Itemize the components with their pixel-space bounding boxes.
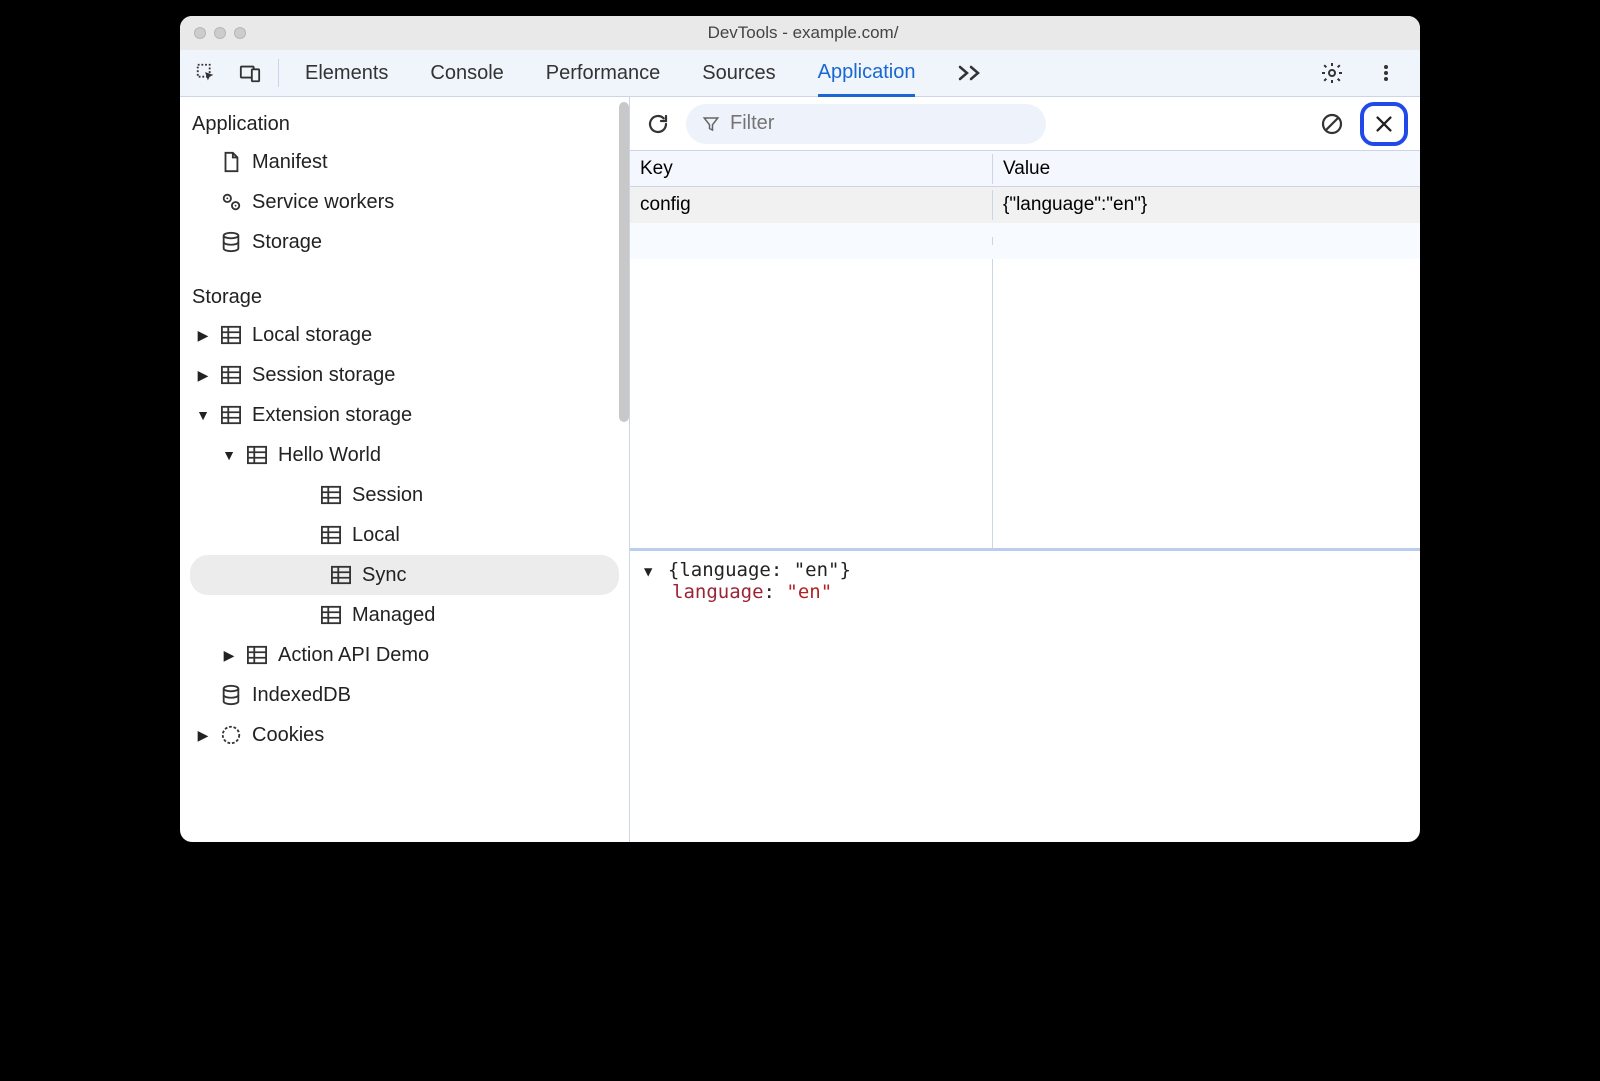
- sidebar-item-label: Hello World: [278, 444, 381, 467]
- preview-line-1[interactable]: ▼ {language: "en"}: [644, 559, 1406, 581]
- sidebar-item-local-storage[interactable]: ▶ Local storage: [180, 315, 629, 355]
- sidebar-item-label: Managed: [352, 604, 435, 627]
- tab-performance[interactable]: Performance: [546, 50, 661, 97]
- tabs: Elements Console Performance Sources App…: [285, 50, 1310, 97]
- sidebar-item-action-api-demo[interactable]: ▶ Action API Demo: [180, 635, 629, 675]
- sidebar-item-label: Local storage: [252, 324, 372, 347]
- sidebar-item-indexeddb[interactable]: IndexedDB: [180, 675, 629, 715]
- cookie-icon: [220, 724, 242, 746]
- sidebar-item-label: Extension storage: [252, 404, 412, 427]
- filter-icon: [702, 115, 720, 133]
- table-icon: [320, 484, 342, 506]
- delete-selected-highlight: [1360, 102, 1408, 146]
- cell-value[interactable]: [993, 237, 1420, 245]
- chevron-down-icon[interactable]: ▼: [644, 564, 652, 580]
- sidebar: Application Manifest Service workers Sto…: [180, 97, 630, 842]
- chevron-right-icon[interactable]: ▶: [196, 727, 210, 744]
- gears-icon: [220, 191, 242, 213]
- sidebar-item-label: Local: [352, 524, 400, 547]
- table-empty-area: [630, 259, 1420, 548]
- sidebar-item-extension-storage[interactable]: ▼ Extension storage: [180, 395, 629, 435]
- tabbar: Elements Console Performance Sources App…: [180, 50, 1420, 97]
- table-row[interactable]: [630, 223, 1420, 259]
- preview-line-2[interactable]: language: "en": [644, 581, 1406, 603]
- database-icon: [220, 231, 242, 253]
- sidebar-item-label: Session: [352, 484, 423, 507]
- sidebar-item-service-workers[interactable]: Service workers: [180, 182, 629, 222]
- filter-input[interactable]: [730, 112, 1030, 135]
- sidebar-item-label: Cookies: [252, 724, 324, 747]
- storage-toolbar: [630, 97, 1420, 151]
- tab-elements[interactable]: Elements: [305, 50, 388, 97]
- sidebar-item-storage[interactable]: Storage: [180, 222, 629, 262]
- tabbar-divider: [278, 59, 279, 87]
- table-icon: [220, 404, 242, 426]
- sidebar-scrollbar[interactable]: [619, 102, 629, 422]
- inspect-element-icon[interactable]: [184, 51, 228, 95]
- sidebar-item-label: Manifest: [252, 151, 328, 174]
- kebab-menu-icon[interactable]: [1364, 51, 1408, 95]
- window-title: DevTools - example.com/: [186, 23, 1420, 43]
- sidebar-item-label: Service workers: [252, 191, 394, 214]
- table-icon: [220, 324, 242, 346]
- chevron-down-icon[interactable]: ▼: [196, 407, 210, 423]
- table-icon: [246, 444, 268, 466]
- preview-key: language: [672, 581, 764, 603]
- devtools-window: DevTools - example.com/ Elements Console…: [180, 16, 1420, 842]
- content: Application Manifest Service workers Sto…: [180, 97, 1420, 842]
- cell-key[interactable]: [630, 237, 993, 245]
- sidebar-item-cookies[interactable]: ▶ Cookies: [180, 715, 629, 755]
- filter-field[interactable]: [686, 104, 1046, 144]
- column-header-key[interactable]: Key: [630, 154, 993, 184]
- sidebar-section-application: Application: [180, 105, 629, 142]
- value-preview: ▼ {language: "en"} language: "en": [630, 551, 1420, 842]
- titlebar: DevTools - example.com/: [180, 16, 1420, 50]
- clear-all-icon[interactable]: [1316, 102, 1348, 146]
- table-icon: [246, 644, 268, 666]
- more-tabs-icon[interactable]: [957, 63, 983, 83]
- sidebar-item-local[interactable]: Local: [180, 515, 629, 555]
- cell-value[interactable]: {"language":"en"}: [993, 190, 1420, 220]
- preview-value: "en": [786, 581, 832, 603]
- chevron-right-icon[interactable]: ▶: [196, 367, 210, 384]
- preview-sep: :: [764, 581, 787, 603]
- sidebar-item-hello-world[interactable]: ▼ Hello World: [180, 435, 629, 475]
- sidebar-item-sync[interactable]: Sync: [190, 555, 619, 595]
- chevron-down-icon[interactable]: ▼: [222, 447, 236, 463]
- tab-console[interactable]: Console: [430, 50, 503, 97]
- sidebar-item-label: Storage: [252, 231, 322, 254]
- tab-sources[interactable]: Sources: [702, 50, 775, 97]
- sidebar-item-label: Action API Demo: [278, 644, 429, 667]
- chevron-right-icon[interactable]: ▶: [222, 647, 236, 664]
- sidebar-item-managed[interactable]: Managed: [180, 595, 629, 635]
- document-icon: [220, 151, 242, 173]
- chevron-right-icon[interactable]: ▶: [196, 327, 210, 344]
- sidebar-item-label: IndexedDB: [252, 684, 351, 707]
- sidebar-item-session-storage[interactable]: ▶ Session storage: [180, 355, 629, 395]
- table-icon: [320, 524, 342, 546]
- table-icon: [330, 564, 352, 586]
- cell-key[interactable]: config: [630, 190, 993, 220]
- main-panel: Key Value config {"language":"en"}: [630, 97, 1420, 842]
- settings-icon[interactable]: [1310, 51, 1354, 95]
- table-icon: [220, 364, 242, 386]
- sidebar-item-session[interactable]: Session: [180, 475, 629, 515]
- sidebar-item-label: Session storage: [252, 364, 395, 387]
- sidebar-item-label: Sync: [362, 564, 406, 587]
- table-header: Key Value: [630, 151, 1420, 187]
- sidebar-section-storage: Storage: [180, 278, 629, 315]
- preview-summary: {language: "en"}: [668, 559, 851, 581]
- tab-application[interactable]: Application: [818, 50, 916, 97]
- storage-table: Key Value config {"language":"en"}: [630, 151, 1420, 551]
- tabbar-right: [1310, 51, 1416, 95]
- toggle-device-toolbar-icon[interactable]: [228, 51, 272, 95]
- column-header-value[interactable]: Value: [993, 154, 1420, 184]
- refresh-icon[interactable]: [642, 102, 674, 146]
- close-icon[interactable]: [1370, 110, 1398, 138]
- database-icon: [220, 684, 242, 706]
- table-row[interactable]: config {"language":"en"}: [630, 187, 1420, 223]
- table-icon: [320, 604, 342, 626]
- sidebar-item-manifest[interactable]: Manifest: [180, 142, 629, 182]
